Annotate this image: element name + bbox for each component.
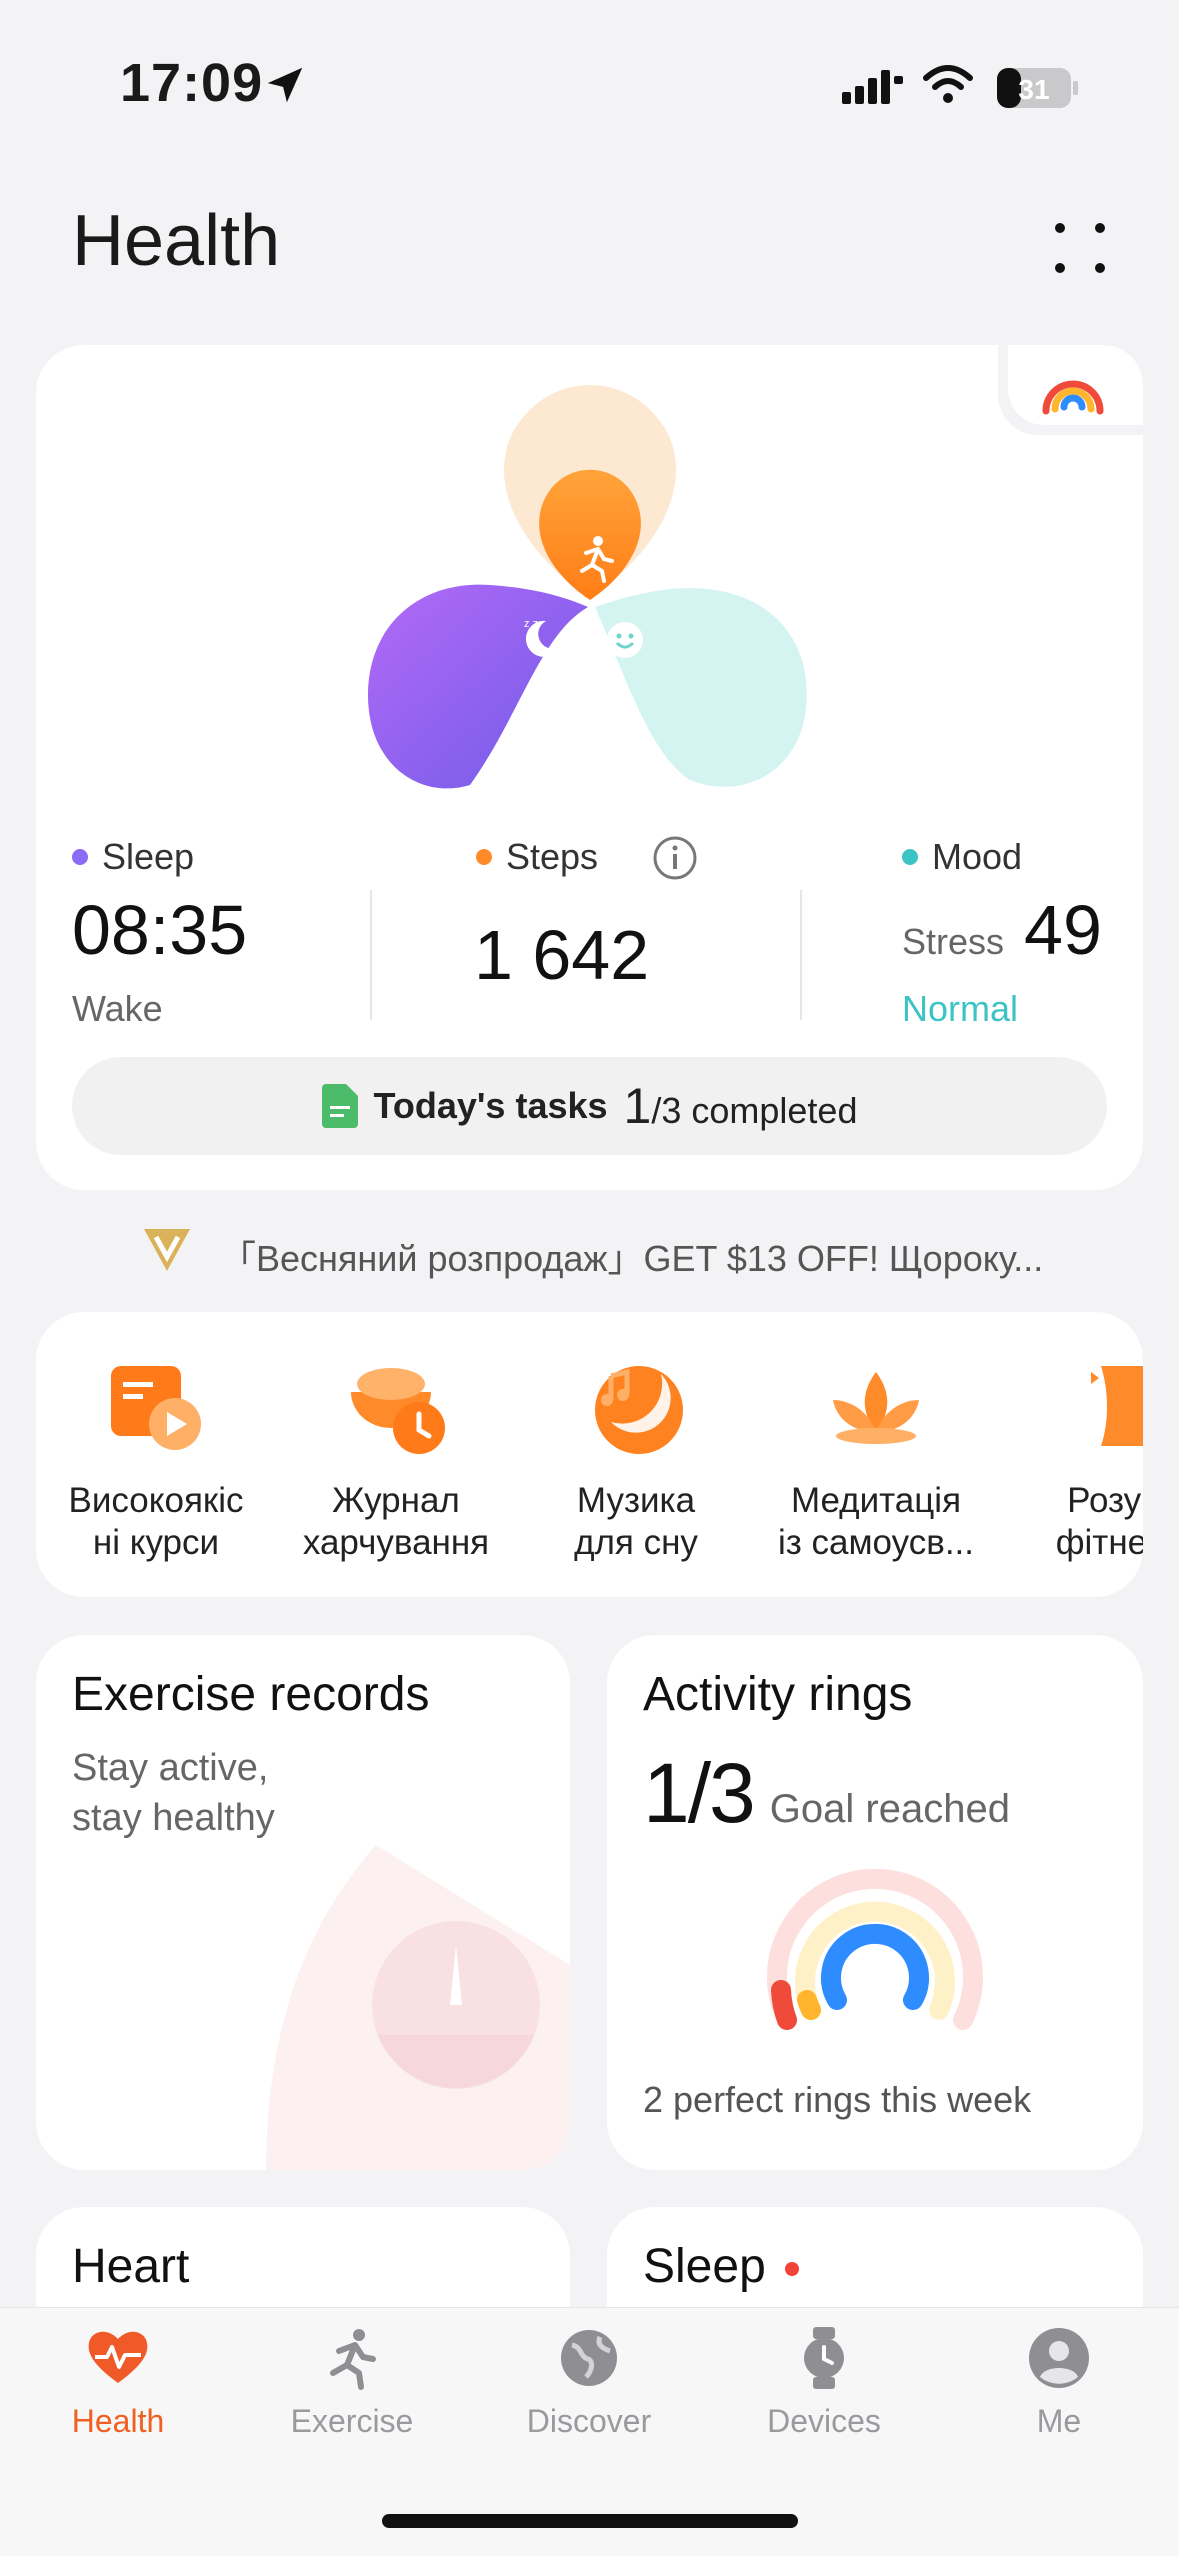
- tab-label: Devices: [767, 2403, 881, 2439]
- smile-icon: [607, 622, 643, 658]
- person-icon: [1029, 2328, 1089, 2388]
- video-course-icon: [111, 1366, 201, 1450]
- tab-label: Exercise: [290, 2403, 414, 2439]
- steps-label-text: Steps: [506, 836, 599, 877]
- watch-icon: [804, 2327, 844, 2389]
- activity-rings-icon: [1042, 380, 1104, 415]
- exercise-records-title: Exercise records: [72, 1668, 430, 1721]
- services-carousel[interactable]: Високоякіс ні курси Журнал харчування Му…: [36, 1312, 1143, 1597]
- service-body-fitness[interactable]: Розум фітнес-: [996, 1312, 1143, 1564]
- rings-badge[interactable]: [1008, 345, 1143, 425]
- tasks-label: Today's tasks: [374, 1085, 608, 1127]
- mood-label: Mood: [902, 836, 1022, 878]
- activity-rings-value-row: 1/3 Goal reached: [643, 1745, 1010, 1842]
- stress-row[interactable]: Stress 49: [902, 890, 1102, 970]
- tasks-done: 1: [623, 1078, 652, 1134]
- svg-text:z z: z z: [524, 618, 538, 630]
- service-label: Журнал харчування: [302, 1481, 490, 1562]
- promo-banner[interactable]: 「Весняний розпродаж」GET $13 OFF! Щороку.…: [220, 1230, 1043, 1282]
- sleep-value[interactable]: 08:35: [72, 890, 247, 970]
- activity-rings-value: 1/3: [643, 1746, 756, 1840]
- service-meditation[interactable]: Медитація із самоусв...: [756, 1312, 996, 1564]
- stress-status: Normal: [902, 988, 1019, 1029]
- steps-petal: [539, 469, 641, 600]
- wifi-icon: [923, 65, 973, 103]
- service-sleep-music[interactable]: Музика для сну: [516, 1312, 756, 1564]
- heart-title: Heart: [72, 2240, 190, 2293]
- sleep-label: Sleep: [72, 836, 194, 878]
- sleep-label-text: Sleep: [102, 836, 195, 877]
- vip-badge-icon: [144, 1229, 190, 1271]
- steps-dot: [476, 849, 492, 865]
- service-label: Високоякіс ні курси: [68, 1481, 244, 1562]
- page-title: Health: [72, 201, 281, 281]
- location-arrow-icon: [267, 67, 303, 103]
- service-label: Розум фітнес-: [1055, 1481, 1143, 1562]
- body-fitness-icon: [1091, 1366, 1143, 1446]
- stress-label: Stress: [902, 921, 1005, 962]
- tab-label: Discover: [526, 2403, 652, 2439]
- tasks-label-text: Today's tasks: [373, 1085, 608, 1126]
- tab-label: Me: [1036, 2403, 1082, 2439]
- activity-rings-card[interactable]: Activity rings 1/3 Goal reached 2 perfec…: [607, 1635, 1143, 2170]
- globe-icon: [561, 2330, 617, 2386]
- stopwatch-illustration-icon: [266, 1845, 570, 2170]
- running-icon: [330, 2329, 376, 2390]
- todays-tasks-button[interactable]: Today's tasks 1/3 completed: [72, 1057, 1107, 1155]
- divider: [800, 890, 802, 1020]
- home-indicator: [382, 2514, 798, 2528]
- steps-label: Steps: [476, 836, 598, 878]
- activity-rings-icon: [767, 1868, 983, 2030]
- signal-icon: [842, 70, 903, 104]
- food-journal-icon: [351, 1368, 445, 1454]
- grid-dots-icon[interactable]: [1050, 218, 1110, 278]
- tab-health[interactable]: Health: [28, 2325, 208, 2440]
- service-label: Музика для сну: [574, 1481, 698, 1562]
- document-icon: [321, 1084, 358, 1128]
- activity-rings-footer: 2 perfect rings this week: [643, 2079, 1032, 2120]
- tab-me[interactable]: Me: [969, 2325, 1149, 2440]
- mood-dot: [902, 849, 918, 865]
- notification-dot: [785, 2262, 799, 2276]
- activity-rings-title: Activity rings: [643, 1668, 913, 1721]
- sleep-petal: [368, 584, 588, 789]
- tasks-total: /3 completed: [651, 1090, 858, 1131]
- meditation-lotus-icon: [833, 1372, 919, 1444]
- tab-discover[interactable]: Discover: [499, 2325, 679, 2440]
- mood-petal: [595, 588, 807, 787]
- tab-exercise[interactable]: Exercise: [262, 2325, 442, 2440]
- mood-label-text: Mood: [932, 836, 1023, 877]
- health-petals-chart[interactable]: z z: [360, 375, 820, 795]
- battery-icon: 31: [997, 68, 1078, 108]
- service-label: Медитація із самоусв...: [777, 1481, 975, 1562]
- status-time: 17:09: [120, 53, 264, 113]
- heart-pulse-icon: [88, 2331, 148, 2383]
- sleep-sub: Wake: [72, 988, 163, 1029]
- battery-level: 31: [1018, 74, 1049, 105]
- exercise-records-sub1: Stay active,: [72, 1747, 269, 1789]
- steps-value[interactable]: 1 642: [474, 915, 649, 995]
- service-video-courses[interactable]: Високоякіс ні курси: [36, 1312, 276, 1564]
- service-food-journal[interactable]: Журнал харчування: [276, 1312, 516, 1564]
- exercise-records-card[interactable]: Exercise records Stay active, stay healt…: [36, 1635, 570, 2170]
- exercise-records-sub2: stay healthy: [72, 1797, 275, 1839]
- sleep-dot: [72, 849, 88, 865]
- tab-devices[interactable]: Devices: [734, 2325, 914, 2440]
- divider: [370, 890, 372, 1020]
- sleep-title: Sleep: [643, 2240, 766, 2293]
- stress-value: 49: [1024, 891, 1102, 969]
- tasks-progress: 1/3 completed: [624, 1077, 858, 1135]
- tab-label: Health: [71, 2403, 165, 2439]
- info-icon[interactable]: [652, 835, 698, 881]
- sleep-music-icon: [595, 1366, 683, 1454]
- activity-rings-value-label: Goal reached: [769, 1787, 1010, 1831]
